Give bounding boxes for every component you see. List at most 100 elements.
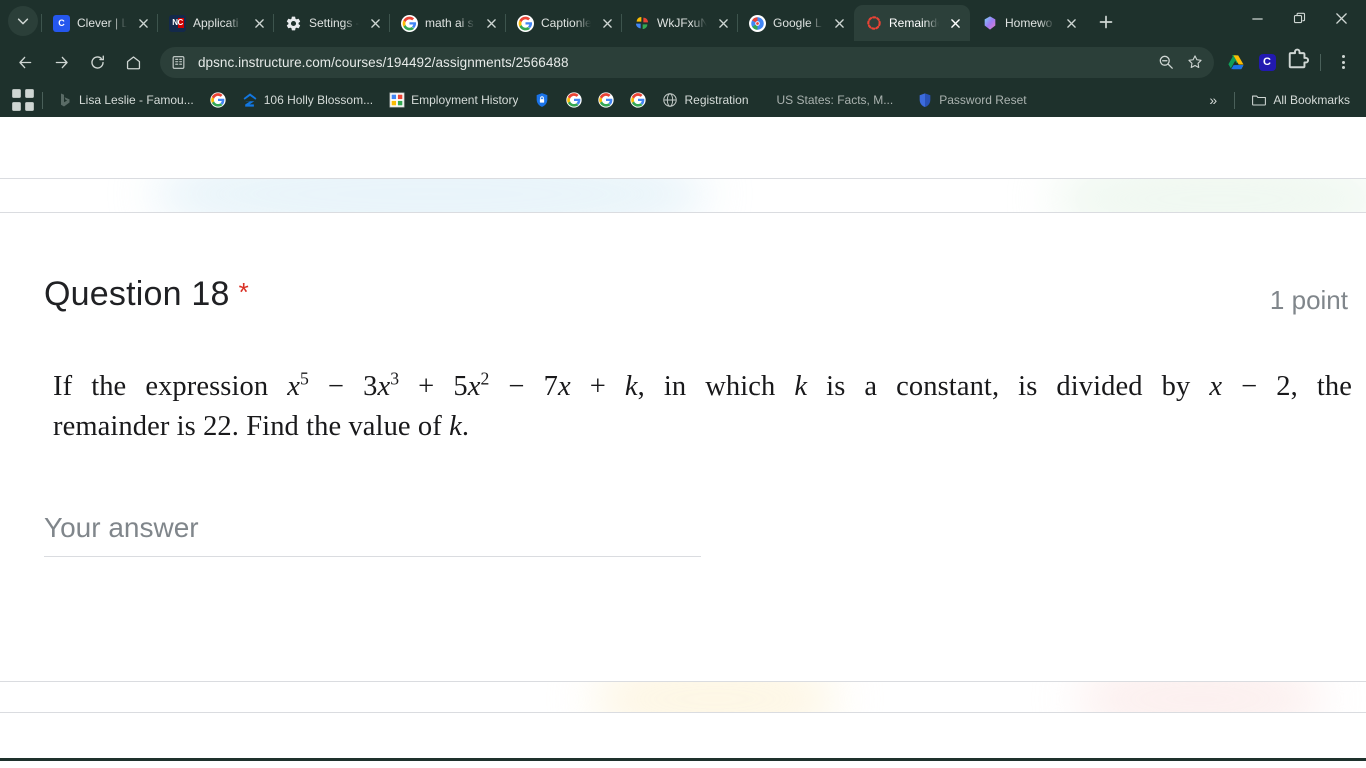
- nc-icon: NC: [169, 14, 186, 32]
- zillow-icon: [242, 92, 258, 108]
- browser-chrome: C Clever | L NC Applicati Settings - mat…: [0, 0, 1366, 117]
- close-icon[interactable]: [830, 14, 848, 32]
- tab-captionless[interactable]: Captionle: [505, 5, 622, 41]
- tab-google-lens[interactable]: Google L: [737, 5, 854, 41]
- close-icon[interactable]: [250, 14, 268, 32]
- tab-homework[interactable]: Homewo: [970, 5, 1086, 41]
- browser-window: C Clever | L NC Applicati Settings - mat…: [0, 0, 1366, 768]
- question-text-line-1: If the expression x5 − 3x3 + 5x2 − 7x + …: [53, 367, 1352, 406]
- bookmark-google-4[interactable]: [622, 87, 654, 113]
- bookmark-password-reset[interactable]: Password Reset: [901, 87, 1034, 113]
- bookmark-registration[interactable]: Registration: [654, 87, 756, 113]
- bookmark-label: Employment History: [411, 93, 519, 107]
- browser-toolbar: dpsnc.instructure.com/courses/194492/ass…: [0, 41, 1366, 83]
- q-text-line2-a: remainder is 22. Find the value of: [53, 411, 450, 443]
- bookmark-shield-lock[interactable]: [526, 87, 558, 113]
- google-drive-icon[interactable]: [1221, 47, 1251, 77]
- tint-blob-pink: [1075, 682, 1325, 712]
- answer-input[interactable]: [44, 512, 701, 558]
- bookmark-us-states[interactable]: US States: Facts, M...: [757, 87, 902, 113]
- tab-strip: C Clever | L NC Applicati Settings - mat…: [0, 0, 1366, 41]
- question-text: If the expression x5 − 3x3 + 5x2 − 7x + …: [0, 367, 1366, 446]
- close-icon[interactable]: [134, 14, 152, 32]
- globe-icon: [662, 92, 678, 108]
- tab-settings[interactable]: Settings -: [273, 5, 390, 41]
- all-bookmarks-button[interactable]: All Bookmarks: [1243, 87, 1358, 113]
- clever-extension-icon[interactable]: C: [1252, 47, 1282, 77]
- page-info-icon[interactable]: [166, 50, 191, 75]
- tab-wkjfxun[interactable]: WkJFxuN: [621, 5, 738, 41]
- reload-icon[interactable]: [80, 45, 114, 79]
- folder-icon: [1251, 92, 1267, 108]
- extensions-puzzle-icon[interactable]: [1283, 47, 1313, 77]
- tab-clever[interactable]: C Clever | L: [41, 5, 158, 41]
- new-tab-button[interactable]: [1092, 8, 1120, 36]
- extensions-area: C: [1221, 47, 1358, 77]
- zoom-out-icon[interactable]: [1151, 48, 1180, 77]
- bookmarks-overflow-button[interactable]: »: [1200, 87, 1226, 113]
- minimize-icon[interactable]: [1236, 3, 1278, 35]
- gear-icon: [285, 15, 302, 32]
- tab-label: Google L: [773, 16, 822, 30]
- tab-search-icon[interactable]: [8, 6, 38, 36]
- q-expr-minus3x: − 3x: [308, 371, 391, 402]
- address-bar[interactable]: dpsnc.instructure.com/courses/194492/ass…: [160, 46, 1214, 78]
- close-icon[interactable]: [1062, 14, 1080, 32]
- tab-label: WkJFxuN: [657, 16, 707, 30]
- tab-math-ai[interactable]: math ai s: [389, 5, 506, 41]
- next-question-strip: [0, 682, 1366, 712]
- three-dot-menu-icon[interactable]: [1328, 47, 1358, 77]
- q-expr-plus-k: + k: [570, 371, 638, 402]
- answer-area: [0, 512, 1366, 558]
- tint-blob-yellow: [590, 682, 840, 712]
- bookmark-lisa-leslie[interactable]: Lisa Leslie - Famou...: [49, 87, 202, 113]
- tab-list: C Clever | L NC Applicati Settings - mat…: [41, 0, 1236, 41]
- url-text[interactable]: dpsnc.instructure.com/courses/194492/ass…: [191, 55, 1151, 70]
- q-text-c: is a constant, is divided by: [807, 371, 1210, 402]
- toolbar-divider: [1320, 53, 1321, 71]
- q-var-k: k: [794, 371, 808, 402]
- home-icon[interactable]: [116, 45, 150, 79]
- copilot-icon: [981, 15, 998, 32]
- q-var-k-2: k: [449, 411, 462, 443]
- tab-application[interactable]: NC Applicati: [157, 5, 274, 41]
- google-icon: [401, 14, 418, 32]
- page-top-spacer: [0, 117, 1366, 178]
- google-icon: [517, 14, 534, 32]
- q-expr-x: x: [287, 371, 300, 402]
- tab-label: Settings -: [309, 16, 359, 30]
- q-text-b: , in which: [637, 371, 795, 402]
- bookmarks-divider: [42, 91, 43, 109]
- form-icon: [389, 92, 405, 108]
- restore-icon[interactable]: [1278, 3, 1320, 35]
- bookmark-google-1[interactable]: [202, 87, 234, 113]
- bookmark-label: Registration: [684, 93, 749, 107]
- bookmark-label: Password Reset: [939, 93, 1027, 107]
- bookmarks-bar-right: » All Bookmarks: [1200, 87, 1358, 113]
- close-icon[interactable]: [946, 14, 964, 32]
- page-title: Question 18: [44, 275, 230, 313]
- bookmark-google-2[interactable]: [558, 87, 590, 113]
- bing-icon: [57, 92, 73, 108]
- bookmark-employment-history[interactable]: Employment History: [381, 87, 526, 113]
- points-label: 1 point: [1269, 285, 1348, 315]
- apps-grid-icon[interactable]: [10, 87, 36, 113]
- google-icon: [210, 92, 226, 108]
- forward-arrow-icon[interactable]: [44, 45, 78, 79]
- close-icon[interactable]: [482, 14, 500, 32]
- star-icon[interactable]: [1180, 48, 1209, 77]
- required-marker: *: [238, 277, 249, 307]
- bookmark-106-holly-blossom[interactable]: 106 Holly Blossom...: [234, 87, 381, 113]
- tab-remainder-active[interactable]: Remainde: [854, 5, 970, 41]
- back-arrow-icon[interactable]: [8, 45, 42, 79]
- tint-blob-blue: [150, 179, 710, 212]
- all-bookmarks-label: All Bookmarks: [1273, 93, 1350, 107]
- prev-question-strip: [0, 179, 1366, 212]
- bookmark-google-3[interactable]: [590, 87, 622, 113]
- close-icon[interactable]: [1320, 3, 1362, 35]
- bookmark-label: Lisa Leslie - Famou...: [79, 93, 194, 107]
- close-icon[interactable]: [366, 14, 384, 32]
- close-icon[interactable]: [598, 14, 616, 32]
- bookmarks-bar: Lisa Leslie - Famou... 106 Holly Blossom…: [0, 83, 1366, 117]
- close-icon[interactable]: [714, 14, 732, 32]
